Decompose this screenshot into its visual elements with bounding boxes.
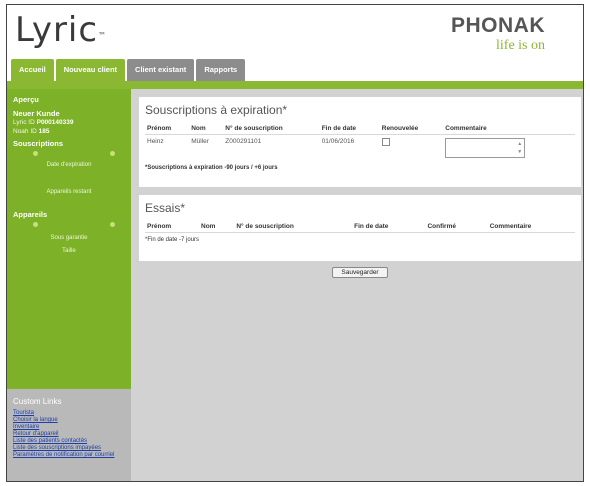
cell-nom: Müller bbox=[191, 138, 209, 145]
col-prenom: Prénom bbox=[145, 123, 190, 135]
cell-numero: Z000291101 bbox=[225, 138, 262, 145]
cell-commentaire: ▲ ▼ bbox=[443, 135, 575, 162]
col-commentaire: Commentaire bbox=[443, 123, 575, 135]
commentaire-textarea[interactable]: ▲ ▼ bbox=[445, 138, 526, 158]
lyric-logo: Lyric™ bbox=[15, 10, 108, 50]
col-renouvelee: Renouvelée bbox=[379, 123, 444, 135]
expiring-panel: Souscriptions à expiration* Prénom Nom N… bbox=[139, 97, 581, 187]
link-souscriptions-impayees[interactable]: Liste des souscriptions impayées bbox=[13, 445, 125, 452]
taille-label: Taille bbox=[62, 248, 76, 254]
status-dot-icon bbox=[33, 151, 38, 156]
link-retour-appareil[interactable]: Retour d'appareil bbox=[13, 431, 125, 438]
link-choisir-langue[interactable]: Choisir la langue bbox=[13, 417, 125, 424]
main-tabs: Accueil Nouveau client Client existant R… bbox=[11, 59, 247, 81]
col-numero: N° de souscription bbox=[234, 221, 353, 233]
col-fin: Fin de date bbox=[319, 123, 380, 135]
tab-client-existant[interactable]: Client existant bbox=[127, 59, 195, 81]
scroll-arrows-icon[interactable]: ▲ ▼ bbox=[516, 140, 523, 156]
cell-prenom: Heinz bbox=[147, 138, 164, 145]
link-notification-courriel[interactable]: Paramètres de notification par courriel bbox=[13, 452, 125, 459]
sous-garantie-label: Sous garantie bbox=[50, 235, 88, 241]
link-tourista[interactable]: Tourista bbox=[13, 410, 125, 417]
link-inventaire[interactable]: Inventaire bbox=[13, 424, 125, 431]
renouvelee-checkbox[interactable] bbox=[381, 138, 390, 146]
col-confirme: Confirmé bbox=[425, 221, 488, 233]
brand-name: PHONAK bbox=[450, 14, 545, 37]
essais-title: Essais* bbox=[145, 201, 186, 215]
save-button[interactable]: Sauvegarder bbox=[332, 267, 388, 278]
status-dot-icon bbox=[33, 222, 38, 227]
status-dot-icon bbox=[110, 151, 115, 156]
cell-fin: 01/06/2016 bbox=[321, 138, 355, 145]
expiring-note: *Souscriptions à expiration -90 jours / … bbox=[145, 165, 278, 171]
sidebar-appareils[interactable]: Appareils bbox=[13, 210, 125, 219]
header: Lyric™ PHONAK life is on bbox=[7, 5, 583, 57]
phonak-logo: PHONAK life is on bbox=[451, 15, 545, 54]
app-window: Lyric™ PHONAK life is on Accueil Nouveau… bbox=[6, 4, 584, 482]
table-header: Prénom Nom N° de souscription Fin de dat… bbox=[145, 221, 575, 233]
tab-accueil[interactable]: Accueil bbox=[11, 59, 54, 81]
col-nom: Nom bbox=[199, 221, 235, 233]
essais-panel: Essais* Prénom Nom N° de souscription Fi… bbox=[139, 195, 581, 261]
lyric-id: Lyric ID P000140339 bbox=[13, 119, 74, 126]
cell-renouvelee bbox=[380, 135, 444, 162]
link-patients-contactes[interactable]: Liste des patients contactés bbox=[13, 438, 125, 445]
appareils-restant-label: Appareils restant bbox=[46, 189, 92, 195]
tab-rapports[interactable]: Rapports bbox=[196, 59, 246, 81]
date-expiration-label: Date d'expiration bbox=[46, 162, 92, 168]
noah-id: Noah ID 185 bbox=[13, 128, 50, 135]
sidebar-souscriptions[interactable]: Souscriptions bbox=[13, 139, 125, 148]
sidebar-apercu[interactable]: Aperçu bbox=[13, 95, 125, 104]
save-row: Sauvegarder bbox=[139, 267, 581, 279]
col-fin: Fin de date bbox=[352, 221, 426, 233]
expiring-table: Prénom Nom N° de souscription Fin de dat… bbox=[145, 123, 575, 161]
brand-tagline: life is on bbox=[496, 38, 545, 53]
sidebar: Aperçu Neuer Kunde Lyric ID P000140339 N… bbox=[7, 89, 131, 389]
custom-links: Custom Links Tourista Choisir la langue … bbox=[7, 389, 131, 481]
appareils-indicators bbox=[13, 219, 125, 229]
tab-nouveau-client[interactable]: Nouveau client bbox=[55, 59, 126, 81]
patient-name: Neuer Kunde bbox=[13, 109, 60, 118]
custom-links-title: Custom Links bbox=[13, 397, 62, 406]
expiring-title: Souscriptions à expiration* bbox=[145, 103, 288, 117]
col-numero: N° de souscription bbox=[223, 123, 320, 135]
col-prenom: Prénom bbox=[145, 221, 199, 233]
status-dot-icon bbox=[110, 222, 115, 227]
souscriptions-indicators bbox=[13, 148, 125, 158]
essais-note: *Fin de date -7 jours bbox=[145, 237, 200, 243]
main-content: Souscriptions à expiration* Prénom Nom N… bbox=[131, 89, 583, 481]
essais-table: Prénom Nom N° de souscription Fin de dat… bbox=[145, 221, 575, 233]
tab-bar bbox=[7, 81, 583, 89]
table-header: Prénom Nom N° de souscription Fin de dat… bbox=[145, 123, 575, 135]
col-commentaire: Commentaire bbox=[487, 221, 575, 233]
col-nom: Nom bbox=[189, 123, 224, 135]
table-row: Heinz Müller Z000291101 01/06/2016 ▲ ▼ bbox=[145, 135, 575, 162]
